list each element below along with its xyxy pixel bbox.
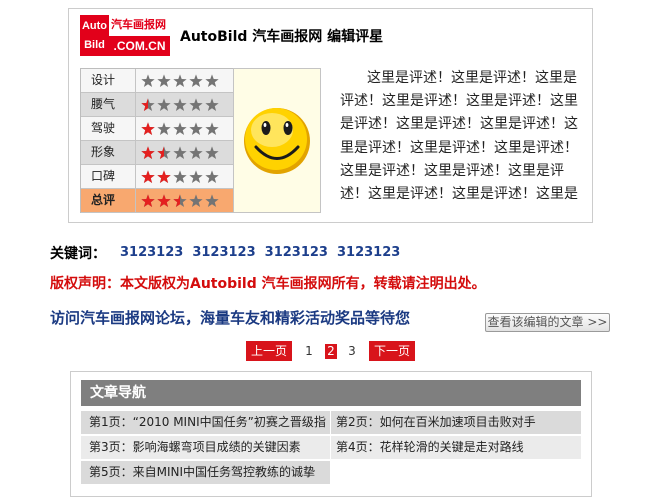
star-filled-icon bbox=[141, 145, 155, 159]
star-empty-icon bbox=[141, 73, 155, 87]
star-empty-icon bbox=[205, 73, 219, 87]
keywords-label: 关键词： bbox=[50, 245, 106, 262]
article-nav-item[interactable]: 第3页：影响海螺弯项目成绩的关键因素 bbox=[81, 436, 330, 459]
star-empty-icon bbox=[189, 73, 203, 87]
rating-label: 驾驶 bbox=[81, 117, 136, 140]
keyword-link[interactable]: 3123123 bbox=[120, 245, 183, 260]
forum-link[interactable]: 访问汽车画报网论坛，海量车友和精彩活动奖品等待您 bbox=[50, 309, 410, 327]
star-empty-icon bbox=[189, 193, 203, 207]
keywords-row: 关键词： 3123123 3123123 3123123 3123123 bbox=[50, 244, 400, 262]
star-rating bbox=[136, 69, 233, 92]
star-empty-icon bbox=[189, 121, 203, 135]
rating-label: 口碑 bbox=[81, 165, 136, 188]
review-text: 这里是评述！这里是评述！这里是 评述！这里是评述！这里是评述！这里 是评述！这里… bbox=[340, 67, 580, 206]
star-rating bbox=[136, 141, 233, 164]
smiley-face-icon bbox=[244, 108, 310, 174]
rating-row: 腰气 bbox=[81, 93, 233, 117]
logo-text-domain: .COM.CN bbox=[109, 36, 170, 56]
star-empty-icon bbox=[173, 145, 187, 159]
star-empty-icon bbox=[205, 97, 219, 111]
star-filled-icon bbox=[157, 169, 171, 183]
star-filled-icon bbox=[141, 193, 155, 207]
article-nav-title: 文章导航 bbox=[81, 380, 581, 406]
star-rating bbox=[136, 93, 233, 116]
review-line: 里是评述！这里是评述！这里是评述！ bbox=[340, 139, 578, 156]
star-empty-icon bbox=[173, 169, 187, 183]
star-empty-icon bbox=[173, 73, 187, 87]
article-nav-item[interactable]: 第2页：如何在百米加速项目击败对手 bbox=[331, 411, 581, 434]
rating-row: 形象 bbox=[81, 141, 233, 165]
rating-label: 腰气 bbox=[81, 93, 136, 116]
rating-label-total: 总评 bbox=[81, 189, 136, 212]
review-line: 评述！这里是评述！这里是评述！这里 bbox=[340, 93, 578, 110]
star-empty-icon bbox=[173, 121, 187, 135]
star-empty-icon bbox=[157, 121, 171, 135]
panel-title: AutoBild 汽车画报网 编辑评星 bbox=[180, 29, 384, 45]
star-filled-icon bbox=[157, 193, 171, 207]
logo-text-auto: Auto bbox=[81, 20, 108, 33]
page-number-current[interactable]: 2 bbox=[325, 344, 337, 359]
review-line: 这里是评述！这里是评述！这里是 bbox=[367, 70, 577, 86]
review-line: 是评述！这里是评述！这里是评述！这 bbox=[340, 116, 578, 133]
rating-row: 驾驶 bbox=[81, 117, 233, 141]
page-number[interactable]: 3 bbox=[346, 344, 358, 359]
star-filled-icon bbox=[141, 121, 155, 135]
star-rating-total bbox=[136, 189, 233, 212]
prev-page-button[interactable]: 上一页 bbox=[246, 341, 292, 361]
star-empty-icon bbox=[205, 121, 219, 135]
star-filled-icon bbox=[141, 169, 155, 183]
star-empty-icon bbox=[205, 145, 219, 159]
review-line: 述！这里是评述！这里是评述！这里是 bbox=[340, 185, 578, 202]
smiley-panel bbox=[233, 68, 321, 213]
star-rating bbox=[136, 165, 233, 188]
article-nav-item[interactable]: 第5页：来自MINI中国任务驾控教练的诚挚 bbox=[81, 461, 330, 484]
rating-row: 设计 bbox=[81, 69, 233, 93]
article-nav-item[interactable]: 第4页：花样轮滑的关键是走对路线 bbox=[331, 436, 581, 459]
logo-text-cn: 汽车画报网 bbox=[111, 18, 166, 31]
keywords-list: 3123123 3123123 3123123 3123123 bbox=[120, 245, 400, 260]
page-number[interactable]: 1 bbox=[303, 344, 315, 359]
star-half-icon bbox=[173, 193, 187, 207]
logo-mark: Auto Bild bbox=[80, 15, 109, 56]
star-empty-icon bbox=[157, 73, 171, 87]
star-empty-icon bbox=[189, 169, 203, 183]
keyword-link[interactable]: 3123123 bbox=[265, 245, 328, 260]
star-empty-icon bbox=[205, 193, 219, 207]
star-empty-icon bbox=[173, 97, 187, 111]
keyword-link[interactable]: 3123123 bbox=[337, 245, 400, 260]
review-line: 这里是评述！这里是评述！这里是评 bbox=[340, 162, 564, 179]
star-empty-icon bbox=[189, 145, 203, 159]
logo-text-bild: Bild bbox=[84, 38, 105, 51]
star-empty-icon bbox=[205, 169, 219, 183]
article-nav-item[interactable]: 第1页：“2010 MINI中国任务”初赛之晋级指 bbox=[81, 411, 330, 434]
star-half-icon bbox=[141, 97, 155, 111]
star-rating bbox=[136, 117, 233, 140]
rating-label: 形象 bbox=[81, 141, 136, 164]
next-page-button[interactable]: 下一页 bbox=[369, 341, 415, 361]
rating-label: 设计 bbox=[81, 69, 136, 92]
copyright-notice: 版权声明：本文版权为Autobild 汽车画报网所有，转载请注明出处。 bbox=[50, 276, 486, 292]
rating-table: 设计 腰气 驾驶 形象 口碑 总评 bbox=[80, 68, 233, 213]
autobild-logo[interactable]: Auto Bild 汽车画报网 .COM.CN bbox=[80, 15, 170, 56]
star-empty-icon bbox=[157, 97, 171, 111]
keyword-link[interactable]: 3123123 bbox=[192, 245, 255, 260]
rating-row: 口碑 bbox=[81, 165, 233, 189]
editor-articles-button[interactable]: 查看该编辑的文章 >> bbox=[485, 313, 610, 332]
rating-row-total: 总评 bbox=[81, 189, 233, 213]
star-half-icon bbox=[157, 145, 171, 159]
star-empty-icon bbox=[189, 97, 203, 111]
